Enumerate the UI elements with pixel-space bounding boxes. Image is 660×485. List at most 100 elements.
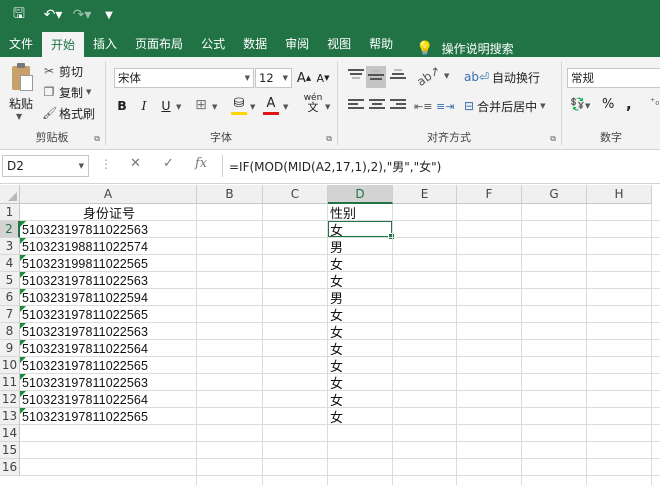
header-cell-id[interactable]: 身份证号 [22,204,196,222]
increase-decimal-icon[interactable]: ⁺₀ [650,97,659,108]
column-header-g[interactable]: G [522,185,587,204]
gender-cell[interactable]: 男 [330,238,392,256]
enter-icon[interactable]: ✓ [163,156,174,171]
cut-button[interactable]: ✂ 剪切 [42,62,83,80]
paste-icon[interactable] [10,63,34,93]
worksheet-grid[interactable]: A B C D E F G H 1 2 3 4 5 6 7 8 9 10 11 12 13 14 15 16 身份证号 性别 510… [0,185,660,485]
font-color-dropdown-icon[interactable]: ▼ [283,103,288,111]
tab-insert[interactable]: 插入 [84,30,126,57]
formula-input[interactable]: =IF(MOD(MID(A2,17,1),2),"男","女") [222,155,658,177]
alignment-launcher-icon[interactable]: ⧉ [550,134,556,144]
tab-home[interactable]: 开始 [42,32,85,57]
increase-indent-icon[interactable]: ≡⇥ [436,95,454,117]
column-header-a[interactable]: A [20,185,197,204]
column-header-f[interactable]: F [457,185,522,204]
row-header-6[interactable]: 6 [0,289,20,306]
column-header-h[interactable]: H [587,185,652,204]
gender-cell[interactable]: 女 [330,272,392,290]
font-color-button[interactable]: A [262,93,280,113]
fill-color-dropdown-icon[interactable]: ▼ [250,103,255,111]
row-header-12[interactable]: 12 [0,391,20,408]
gender-cell[interactable]: 女 [330,340,392,358]
row-header-16[interactable]: 16 [0,459,20,476]
font-size-select[interactable]: 12 ▼ [255,68,292,88]
grow-font-button[interactable]: A ▲ [296,68,312,88]
row-header-7[interactable]: 7 [0,306,20,323]
font-launcher-icon[interactable]: ⧉ [326,134,332,144]
id-cell[interactable]: 510323197811022565 [22,306,196,323]
tab-help[interactable]: 帮助 [360,30,402,57]
underline-button[interactable]: U [158,95,174,115]
id-cell[interactable]: 510323197811022565 [22,357,196,374]
row-header-11[interactable]: 11 [0,374,20,391]
id-cell[interactable]: 510323198811022574 [22,238,196,255]
tab-file[interactable]: 文件 [0,30,42,57]
gender-cell[interactable]: 女 [330,357,392,375]
decrease-indent-icon[interactable]: ⇤≡ [414,95,432,117]
format-painter-button[interactable]: 🖌 格式刷 [42,104,95,122]
customize-qat-icon[interactable]: ▼ [96,0,122,30]
accounting-format-icon[interactable]: 💱▼ [570,97,590,111]
insert-function-icon[interactable]: fx [195,156,207,171]
italic-button[interactable]: I [136,95,152,115]
gender-cell[interactable]: 女 [330,323,392,341]
bottom-align-icon[interactable] [390,69,406,83]
gender-cell[interactable]: 女 [330,306,392,324]
id-cell[interactable]: 510323197811022564 [22,391,196,408]
redo-icon[interactable]: ↷▾ [68,0,96,30]
tab-review[interactable]: 审阅 [276,30,318,57]
tab-formulas[interactable]: 公式 [192,30,234,57]
row-header-15[interactable]: 15 [0,442,20,459]
align-left-icon[interactable] [348,99,364,113]
row-header-1[interactable]: 1 [0,204,20,221]
row-header-10[interactable]: 10 [0,357,20,374]
tab-page-layout[interactable]: 页面布局 [126,30,192,57]
gender-cell[interactable]: 女 [330,221,392,239]
id-cell[interactable]: 510323197811022563 [22,374,196,391]
gender-cell[interactable]: 女 [330,391,392,409]
row-header-13[interactable]: 13 [0,408,20,425]
underline-dropdown-icon[interactable]: ▼ [176,103,181,111]
copy-button[interactable]: ❐ 复制 ▼ [42,83,92,101]
comma-style-button[interactable]: , [626,95,632,113]
name-box[interactable]: D2 ▼ [2,155,89,177]
middle-align-button[interactable] [366,66,386,88]
paste-button[interactable]: 粘贴 [9,95,33,112]
column-header-e[interactable]: E [393,185,457,204]
number-format-select[interactable]: 常规 [567,68,660,88]
save-icon[interactable]: 🖫 [0,0,38,30]
shrink-font-button[interactable]: A ▼ [315,68,331,88]
top-align-icon[interactable] [348,69,364,83]
fill-color-icon[interactable]: ⛁ [230,93,248,113]
id-cell[interactable]: 510323199811022565 [22,255,196,272]
copy-dropdown-icon[interactable]: ▼ [86,88,91,96]
gender-cell[interactable]: 女 [330,408,392,426]
paste-dropdown-icon[interactable]: ▼ [16,112,22,121]
column-header-b[interactable]: B [197,185,263,204]
tab-data[interactable]: 数据 [234,30,276,57]
tell-me-search[interactable]: 💡 操作说明搜索 [402,40,513,57]
phonetic-dropdown-icon[interactable]: ▼ [325,103,330,111]
borders-dropdown-icon[interactable]: ▼ [212,103,217,111]
row-header-2[interactable]: 2 [0,221,20,238]
cancel-icon[interactable]: ✕ [130,156,141,171]
id-cell[interactable]: 510323197811022594 [22,289,196,306]
column-header-c[interactable]: C [263,185,328,204]
borders-icon[interactable]: ⊞ [192,95,210,115]
gender-cell[interactable]: 男 [330,289,392,307]
id-cell[interactable]: 510323197811022563 [22,221,196,238]
id-cell[interactable]: 510323197811022563 [22,323,196,340]
tab-view[interactable]: 视图 [318,30,360,57]
select-all-button[interactable] [0,185,20,204]
id-cell[interactable]: 510323197811022565 [22,408,196,425]
row-header-5[interactable]: 5 [0,272,20,289]
id-cell[interactable]: 510323197811022564 [22,340,196,357]
row-header-14[interactable]: 14 [0,425,20,442]
clipboard-launcher-icon[interactable]: ⧉ [94,134,100,144]
orientation-button[interactable]: ab↗ ▼ [414,63,449,89]
row-header-8[interactable]: 8 [0,323,20,340]
column-header-d[interactable]: D [328,185,393,204]
row-header-4[interactable]: 4 [0,255,20,272]
header-cell-gender[interactable]: 性别 [330,204,392,222]
align-center-icon[interactable] [369,99,385,113]
